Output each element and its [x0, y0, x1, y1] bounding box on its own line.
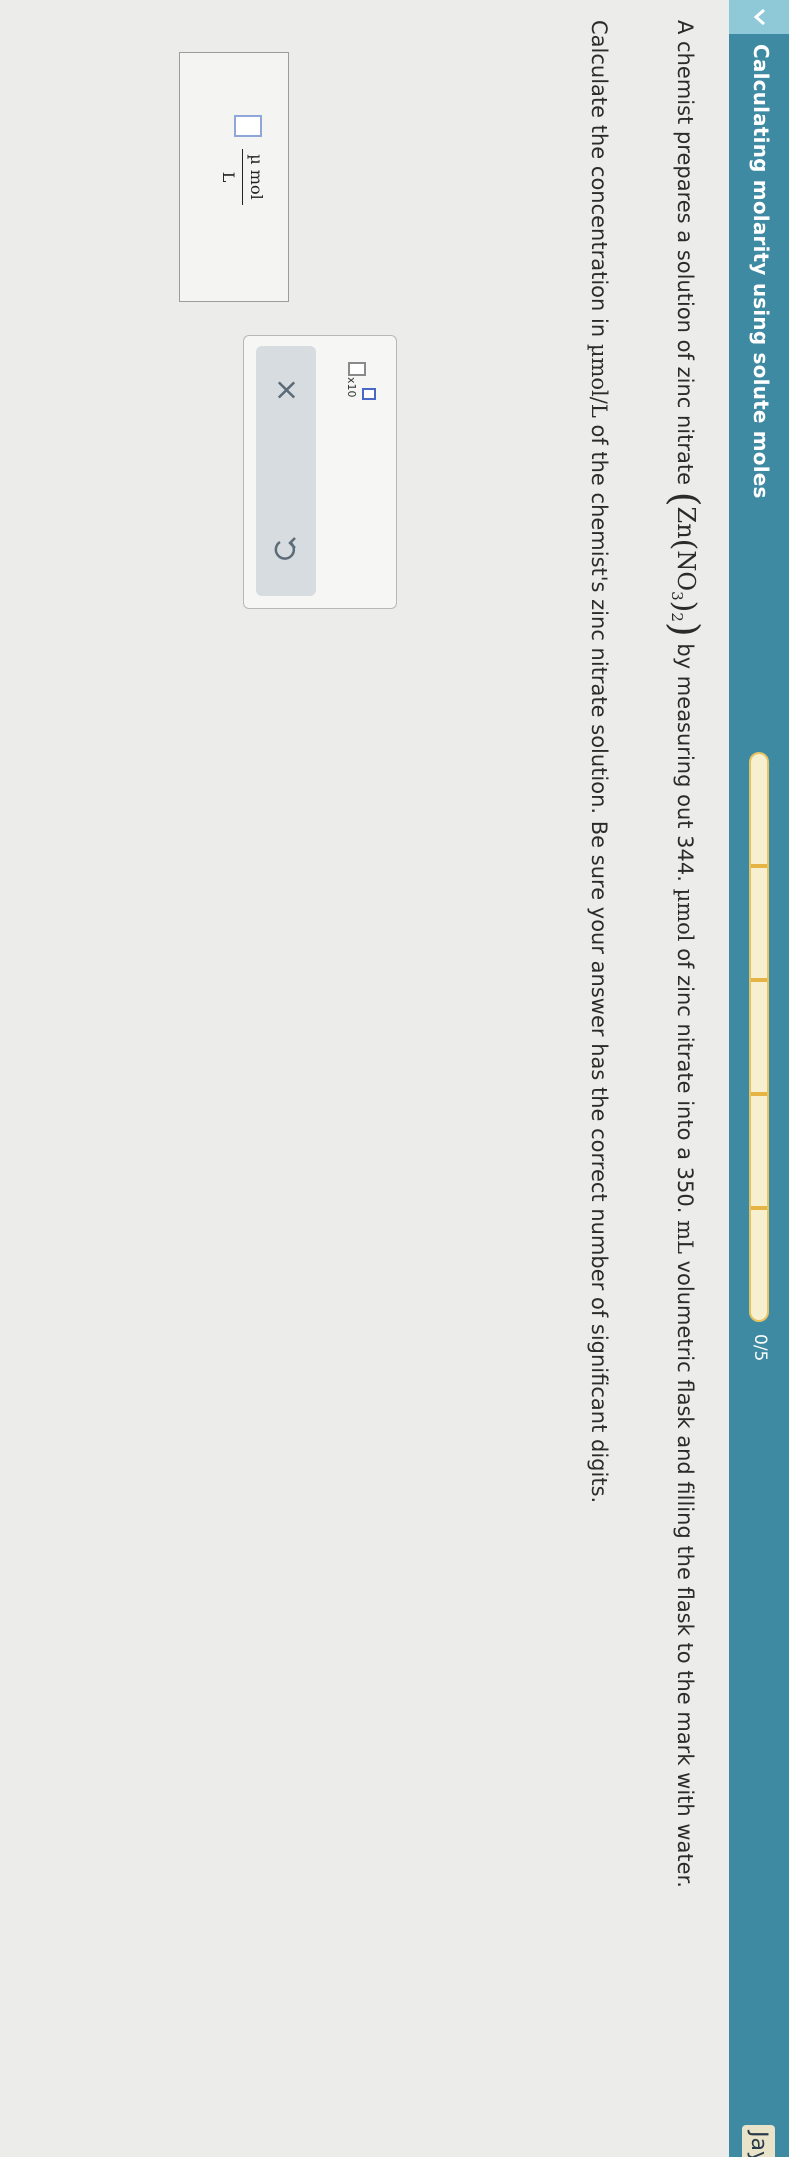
- header-bar: Calculating molarity using solute moles …: [729, 0, 789, 2157]
- unit-label: µmol/L: [587, 343, 612, 418]
- user-name[interactable]: Jay: [742, 2125, 775, 2157]
- chemical-formula: (Zn(NO3)2): [663, 491, 707, 637]
- problem-text: of the chemist's zinc nitrate solution. …: [587, 417, 612, 1504]
- problem-paragraph-2: Calculate the concentration in µmol/L of…: [574, 20, 624, 2120]
- x10-label: x10: [345, 377, 358, 398]
- scientific-notation-button[interactable]: x10: [342, 362, 376, 402]
- progress-segment: [751, 1096, 767, 1210]
- answer-input[interactable]: [234, 115, 262, 137]
- progress-segment: [751, 1210, 767, 1320]
- page-canvas: Calculating molarity using solute moles …: [0, 0, 789, 2157]
- page-title: Calculating molarity using solute moles: [749, 44, 773, 499]
- clear-button[interactable]: ×: [268, 372, 304, 408]
- progress-segment: [751, 982, 767, 1096]
- problem-text: A chemist prepares a solution of zinc ni…: [673, 20, 697, 492]
- formula-group: NO: [672, 550, 700, 592]
- answer-area: µ mol L: [179, 52, 289, 302]
- numerator-unit: µ mol: [247, 154, 266, 200]
- problem-paragraph-1: A chemist prepares a solution of zinc ni…: [652, 20, 711, 2120]
- undo-button[interactable]: [268, 532, 304, 568]
- problem-statement: A chemist prepares a solution of zinc ni…: [574, 20, 711, 2120]
- progress-segment: [751, 754, 767, 868]
- formula-subscript: 2: [668, 612, 687, 622]
- unit-label: mL: [673, 1220, 697, 1254]
- progress-bar: [749, 752, 769, 1322]
- progress-count: 0/5: [750, 1334, 770, 1362]
- problem-text: Calculate the concentration in: [587, 20, 612, 344]
- tool-panel: x10 ×: [243, 335, 397, 609]
- unit-fraction: µ mol L: [219, 149, 266, 205]
- undo-icon: [274, 537, 296, 560]
- problem-text: of zinc nitrate into a 350.: [673, 941, 697, 1221]
- fraction-bar: [242, 149, 243, 205]
- back-button[interactable]: [729, 0, 789, 34]
- problem-text: volumetric flask and filling the flask t…: [673, 1253, 697, 1888]
- denominator-unit: L: [219, 171, 238, 183]
- formula-subscript: 3: [668, 591, 687, 601]
- tool-actions: ×: [256, 346, 316, 596]
- sci-base-box: [348, 362, 366, 376]
- unit-label: µmol: [673, 888, 697, 942]
- problem-text: by measuring out 344.: [673, 636, 697, 889]
- progress-segment: [751, 868, 767, 982]
- formula-element: Zn: [672, 506, 700, 539]
- chevron-down-icon: [753, 8, 765, 26]
- sci-exponent-box: [362, 388, 376, 400]
